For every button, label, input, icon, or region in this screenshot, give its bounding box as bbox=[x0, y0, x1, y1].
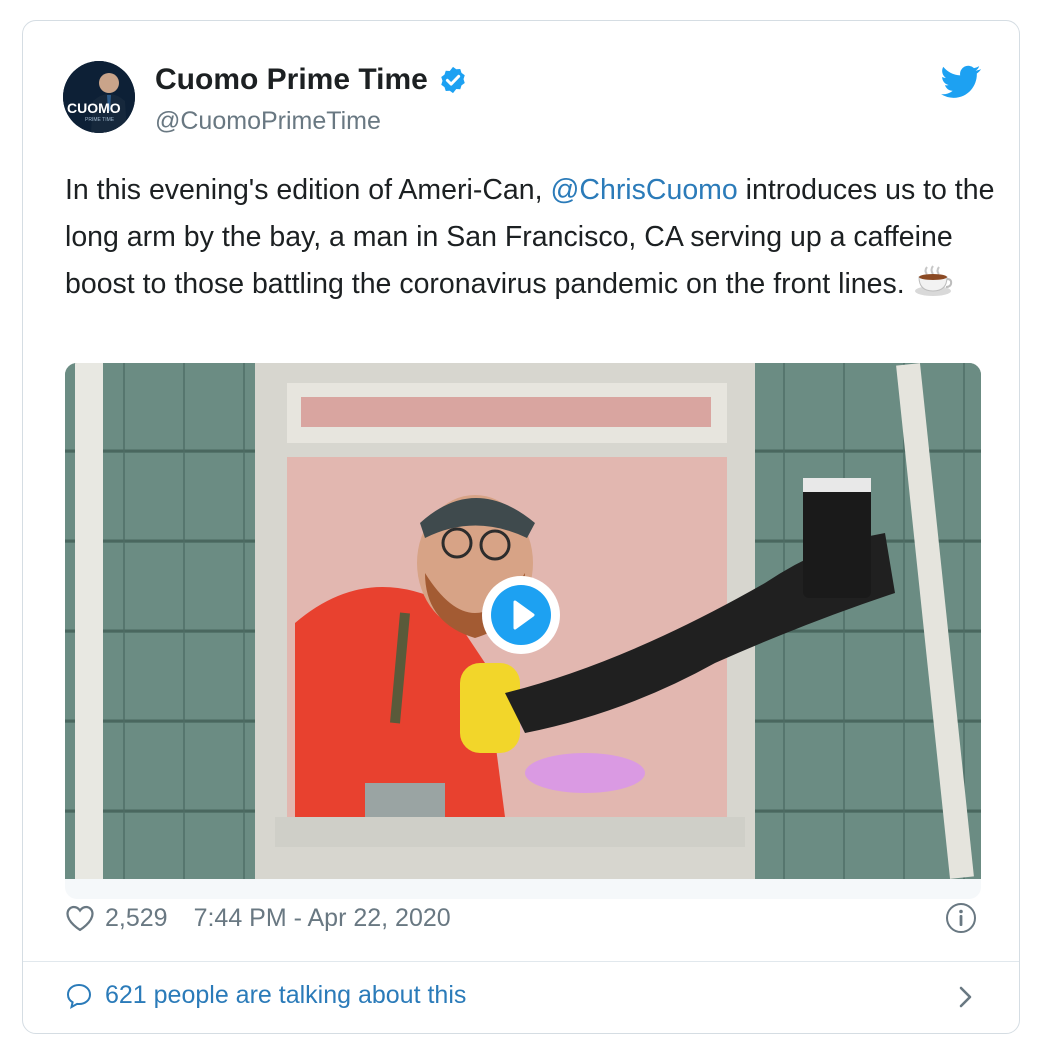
account-name[interactable]: Cuomo Prime Time bbox=[155, 63, 428, 97]
mention-link[interactable]: @ChrisCuomo bbox=[550, 174, 737, 206]
play-icon bbox=[513, 600, 535, 630]
hot-beverage-emoji bbox=[914, 265, 952, 296]
timestamp[interactable]: 7:44 PM - Apr 22, 2020 bbox=[194, 904, 451, 933]
avatar-logo-text: CUOMO bbox=[67, 100, 121, 116]
conversation-link[interactable]: 621 people are talking about this bbox=[65, 981, 466, 1010]
twitter-bird-icon[interactable] bbox=[941, 65, 981, 99]
divider bbox=[23, 961, 1019, 962]
media-footer bbox=[65, 879, 981, 899]
play-button[interactable] bbox=[482, 576, 560, 654]
verified-badge-icon bbox=[441, 66, 465, 94]
account-handle[interactable]: @CuomoPrimeTime bbox=[155, 107, 381, 136]
tweet-text-before: In this evening's edition of Ameri-Can, bbox=[65, 174, 551, 206]
tweet-text: In this evening's edition of Ameri-Can, … bbox=[65, 167, 995, 308]
account-name-row[interactable]: Cuomo Prime Time bbox=[155, 63, 468, 97]
tweet-card: CUOMO PRIME TIME Cuomo Prime Time @Cuomo… bbox=[22, 20, 1020, 1034]
tweet-meta: 2,529 7:44 PM - Apr 22, 2020 bbox=[65, 899, 451, 937]
avatar-logo-subtext: PRIME TIME bbox=[85, 117, 115, 123]
chevron-right-icon[interactable] bbox=[953, 983, 977, 1011]
conversation-text[interactable]: 621 people are talking about this bbox=[105, 981, 466, 1010]
info-icon[interactable] bbox=[945, 902, 977, 934]
like-count[interactable]: 2,529 bbox=[105, 904, 168, 933]
speech-bubble-icon bbox=[66, 983, 92, 1009]
heart-icon[interactable] bbox=[65, 904, 95, 932]
avatar[interactable]: CUOMO PRIME TIME bbox=[63, 61, 135, 133]
